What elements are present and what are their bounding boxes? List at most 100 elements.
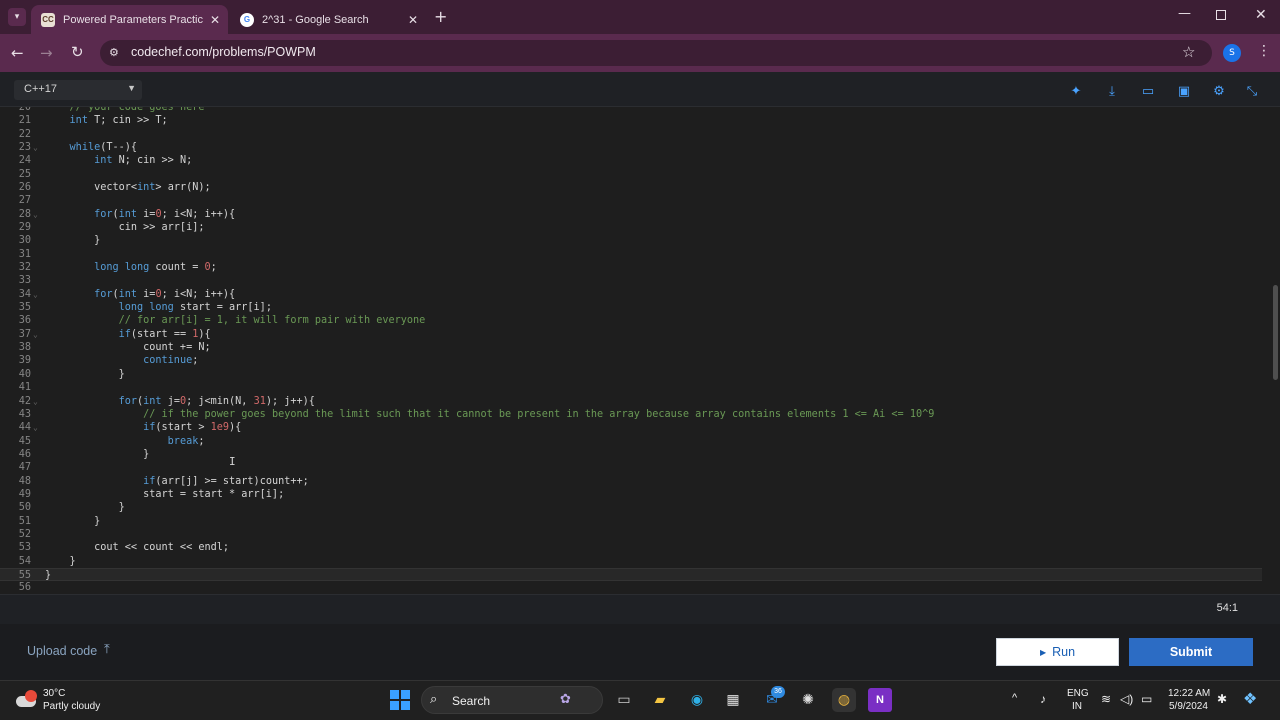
run-button[interactable]: ▶ Run bbox=[996, 638, 1119, 666]
restore-icon[interactable] bbox=[1216, 10, 1226, 20]
code-line[interactable]: 31 bbox=[0, 248, 1262, 261]
code-line[interactable]: 23 ⌄ while(T--){ bbox=[0, 141, 1262, 154]
code-line[interactable]: 28 ⌄ for(int i=0; i<N; i++){ bbox=[0, 208, 1262, 221]
code-line[interactable]: 46 } bbox=[0, 448, 1262, 461]
download-icon[interactable]: ⤓ bbox=[1104, 84, 1120, 100]
tab-search-dropdown-icon[interactable]: ▾ bbox=[8, 8, 26, 26]
code-line[interactable]: 52 bbox=[0, 528, 1262, 541]
code-line[interactable]: 50 } bbox=[0, 501, 1262, 514]
close-tab-icon[interactable]: ✕ bbox=[408, 13, 418, 27]
code-line[interactable]: 36 // for arr[i] = 1, it will form pair … bbox=[0, 314, 1262, 327]
bookmark-star-icon[interactable]: ☆ bbox=[1182, 43, 1195, 61]
file-explorer-icon[interactable]: ▰ bbox=[648, 688, 672, 712]
wifi-icon[interactable]: ≋ bbox=[1101, 692, 1111, 706]
save-icon[interactable]: ▣ bbox=[1176, 84, 1192, 100]
fold-chevron-icon[interactable]: ⌄ bbox=[33, 421, 38, 434]
fold-chevron-icon[interactable]: ⌄ bbox=[33, 395, 38, 408]
code-line[interactable]: 43 // if the power goes beyond the limit… bbox=[0, 408, 1262, 421]
edge-browser-icon[interactable]: ◉ bbox=[685, 688, 709, 712]
microphone-icon[interactable]: ♪ bbox=[1040, 692, 1046, 706]
code-line[interactable]: 20 // your code goes here bbox=[0, 107, 1262, 114]
code-line[interactable]: 48 if(arr[j] >= start)count++; bbox=[0, 475, 1262, 488]
notification-bell-icon[interactable]: ✱ bbox=[1217, 692, 1227, 706]
store-icon[interactable]: ▦ bbox=[721, 688, 745, 712]
code-line[interactable]: 22 bbox=[0, 128, 1262, 141]
copilot-icon[interactable]: ❖ bbox=[1243, 689, 1257, 709]
settings-gear-icon[interactable]: ⚙ bbox=[1211, 84, 1227, 100]
battery-icon[interactable]: ▭ bbox=[1141, 692, 1152, 706]
code-line[interactable]: 35 long long start = arr[i]; bbox=[0, 301, 1262, 314]
magic-wand-icon[interactable]: ✦ bbox=[1068, 84, 1084, 100]
code-line[interactable]: 32 long long count = 0; bbox=[0, 261, 1262, 274]
browser-menu-icon[interactable]: ⋮ bbox=[1257, 43, 1271, 59]
code-line[interactable]: 42 ⌄ for(int j=0; j<min(N, 31); j++){ bbox=[0, 395, 1262, 408]
clock-date[interactable]: 5/9/2024 bbox=[1169, 701, 1208, 712]
profile-avatar[interactable]: S bbox=[1223, 44, 1241, 62]
language-select[interactable]: C++17 ▼ bbox=[14, 80, 142, 100]
code-line[interactable]: 30 } bbox=[0, 234, 1262, 247]
taskbar-search-box[interactable] bbox=[421, 686, 603, 714]
new-tab-button[interactable]: + bbox=[434, 7, 447, 26]
editor-scroll-thumb[interactable] bbox=[1273, 285, 1278, 380]
code-line[interactable]: 41 bbox=[0, 381, 1262, 394]
clock-time[interactable]: 12:22 AM bbox=[1168, 688, 1210, 699]
task-view-icon[interactable]: ▭ bbox=[612, 688, 636, 712]
code-line[interactable]: 25 bbox=[0, 168, 1262, 181]
code-line[interactable]: 47 bbox=[0, 461, 1262, 474]
weather-temp[interactable]: 30°C bbox=[43, 688, 65, 699]
code-line[interactable]: 39 continue; bbox=[0, 354, 1262, 367]
volume-icon[interactable]: ◁) bbox=[1120, 692, 1133, 706]
code-text: } bbox=[45, 570, 52, 582]
onenote-icon[interactable]: N bbox=[868, 688, 892, 712]
weather-desc[interactable]: Partly cloudy bbox=[43, 701, 100, 712]
code-line[interactable]: 34 ⌄ for(int i=0; i<N; i++){ bbox=[0, 288, 1262, 301]
code-text: if(arr[j] >= start)count++; bbox=[143, 475, 309, 487]
language-indicator-top[interactable]: ENG bbox=[1067, 688, 1089, 699]
code-line[interactable]: 53 cout << count << endl; bbox=[0, 541, 1262, 554]
fold-chevron-icon[interactable]: ⌄ bbox=[33, 328, 38, 341]
back-icon[interactable]: ← bbox=[11, 44, 24, 62]
chatgpt-icon[interactable]: ✺ bbox=[796, 688, 820, 712]
code-line[interactable]: 51 } bbox=[0, 515, 1262, 528]
close-window-icon[interactable]: ✕ bbox=[1255, 7, 1267, 23]
code-line[interactable]: 27 bbox=[0, 194, 1262, 207]
language-indicator-bottom[interactable]: IN bbox=[1072, 701, 1082, 712]
fold-chevron-icon[interactable]: ⌄ bbox=[33, 288, 38, 301]
forward-icon[interactable]: → bbox=[40, 44, 53, 62]
line-number: 28 bbox=[18, 208, 31, 220]
code-line[interactable]: 21 int T; cin >> T; bbox=[0, 114, 1262, 127]
tab-powered-parameters[interactable]: CC Powered Parameters Practice C ✕ bbox=[31, 5, 228, 34]
code-line[interactable]: 38 count += N; bbox=[0, 341, 1262, 354]
line-number: 21 bbox=[18, 115, 31, 127]
upload-code-link[interactable]: Upload code bbox=[27, 644, 97, 658]
fold-chevron-icon[interactable]: ⌄ bbox=[33, 208, 38, 221]
close-tab-icon[interactable]: ✕ bbox=[210, 13, 220, 27]
code-line[interactable]: 54 } bbox=[0, 555, 1262, 568]
code-line[interactable]: 24 int N; cin >> N; bbox=[0, 154, 1262, 167]
fold-chevron-icon[interactable]: ⌄ bbox=[33, 141, 38, 154]
chrome-icon[interactable]: ◍ bbox=[832, 688, 856, 712]
upload-icon[interactable]: ⤒ bbox=[104, 642, 110, 657]
code-line[interactable]: 33 bbox=[0, 274, 1262, 287]
weather-cloud-icon[interactable] bbox=[16, 690, 38, 708]
tray-overflow-icon[interactable]: ^ bbox=[1012, 692, 1017, 704]
submit-button[interactable]: Submit bbox=[1129, 638, 1253, 666]
code-line[interactable]: 44 ⌄ if(start > 1e9){ bbox=[0, 421, 1262, 434]
code-line[interactable]: 26 vector<int> arr(N); bbox=[0, 181, 1262, 194]
site-info-icon[interactable]: ⚙ bbox=[109, 46, 119, 59]
comment-icon[interactable]: ▭ bbox=[1140, 84, 1156, 100]
reload-icon[interactable]: ↻ bbox=[71, 43, 84, 61]
tab-google-search[interactable]: G 2^31 - Google Search ✕ bbox=[230, 5, 426, 34]
code-line[interactable]: 37 ⌄ if(start == 1){ bbox=[0, 328, 1262, 341]
code-editor[interactable]: 20 // your code goes here 21 int T; cin >… bbox=[0, 107, 1270, 594]
minimize-icon[interactable]: — bbox=[1178, 6, 1191, 21]
code-line[interactable]: 40 } bbox=[0, 368, 1262, 381]
code-line[interactable]: 55} bbox=[0, 568, 1262, 582]
code-line[interactable]: 45 break; bbox=[0, 435, 1262, 448]
url-text[interactable]: codechef.com/problems/POWPM bbox=[131, 45, 316, 59]
code-line[interactable]: 49 start = start * arr[i]; bbox=[0, 488, 1262, 501]
windows-start-icon[interactable] bbox=[390, 690, 410, 710]
fullscreen-icon[interactable]: ⤡ bbox=[1244, 84, 1260, 100]
code-line[interactable]: 56 bbox=[0, 581, 1262, 594]
code-line[interactable]: 29 cin >> arr[i]; bbox=[0, 221, 1262, 234]
